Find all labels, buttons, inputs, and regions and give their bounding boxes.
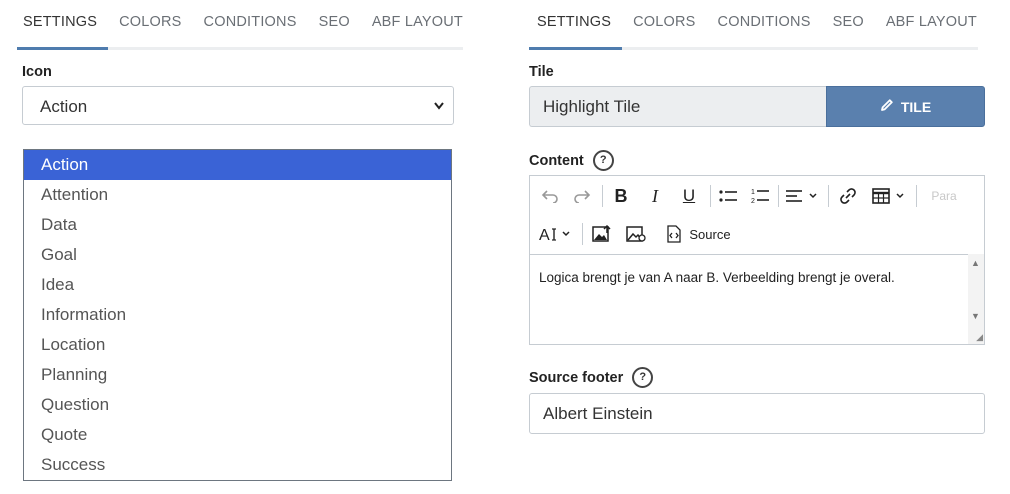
scroll-up-arrow-icon[interactable]: ▲ xyxy=(971,258,980,268)
option-information[interactable]: Information xyxy=(24,300,451,330)
option-attention[interactable]: Attention xyxy=(24,180,451,210)
bold-icon[interactable]: B xyxy=(610,185,632,207)
tab-seo[interactable]: SEO xyxy=(822,0,875,47)
source-button-label: Source xyxy=(689,226,731,242)
option-data[interactable]: Data xyxy=(24,210,451,240)
icon-select[interactable]: Action xyxy=(22,86,454,125)
option-location[interactable]: Location xyxy=(24,330,451,360)
content-label-row: Content ? xyxy=(529,150,614,171)
tab-conditions[interactable]: CONDITIONS xyxy=(707,0,822,47)
source-icon xyxy=(667,225,682,243)
italic-icon[interactable]: I xyxy=(644,185,666,207)
tab-settings[interactable]: SETTINGS xyxy=(529,0,623,50)
help-icon[interactable]: ? xyxy=(592,150,614,171)
option-quote[interactable]: Quote xyxy=(24,420,451,450)
redo-icon[interactable] xyxy=(570,185,594,207)
toolbar-separator xyxy=(602,185,603,207)
source-footer-field[interactable]: Albert Einstein xyxy=(529,393,985,434)
source-footer-label-row: Source footer ? xyxy=(529,367,654,388)
icon-label: Icon xyxy=(22,64,52,80)
svg-text:2: 2 xyxy=(751,198,755,205)
toolbar-separator xyxy=(916,185,917,207)
editor-content-area[interactable]: Logica brengt je van A naar B. Verbeeldi… xyxy=(530,254,968,344)
icon-options-list: Action Attention Data Goal Idea Informat… xyxy=(23,149,452,481)
right-tab-bar: SETTINGS COLORS CONDITIONS SEO ABF LAYOU… xyxy=(529,0,978,50)
svg-text:A: A xyxy=(539,227,550,243)
editor-toolbar: B I U 12 Para A Source xyxy=(530,176,984,255)
toolbar-separator xyxy=(778,185,779,207)
paragraph-format-dropdown[interactable]: Para xyxy=(924,185,964,207)
tab-abf-layout[interactable]: ABF LAYOUT xyxy=(361,0,474,47)
svg-text:1: 1 xyxy=(751,189,755,196)
tile-button[interactable]: TILE xyxy=(826,86,985,127)
chevron-down-icon xyxy=(433,87,445,142)
toolbar-separator xyxy=(582,223,583,245)
bulleted-list-icon[interactable] xyxy=(716,185,740,207)
option-planning[interactable]: Planning xyxy=(24,360,451,390)
tile-label: Tile xyxy=(529,64,554,80)
option-goal[interactable]: Goal xyxy=(24,240,451,270)
toolbar-separator xyxy=(828,185,829,207)
image-link-icon[interactable] xyxy=(624,223,648,245)
tab-colors[interactable]: COLORS xyxy=(622,0,706,47)
scroll-down-arrow-icon[interactable]: ▼ xyxy=(971,311,980,321)
toolbar-separator xyxy=(710,185,711,207)
tab-seo[interactable]: SEO xyxy=(308,0,361,47)
icon-select-value: Action xyxy=(40,97,88,116)
undo-icon[interactable] xyxy=(538,185,562,207)
table-dropdown-icon[interactable] xyxy=(870,185,910,207)
option-idea[interactable]: Idea xyxy=(24,270,451,300)
tab-colors[interactable]: COLORS xyxy=(108,0,192,47)
content-label: Content xyxy=(529,152,584,169)
numbered-list-icon[interactable]: 12 xyxy=(748,185,772,207)
link-icon[interactable] xyxy=(836,185,860,207)
tile-field[interactable]: Highlight Tile xyxy=(529,86,826,127)
right-panel: SETTINGS COLORS CONDITIONS SEO ABF LAYOU… xyxy=(529,0,985,434)
option-question[interactable]: Question xyxy=(24,390,451,420)
source-footer-label: Source footer xyxy=(529,369,624,386)
help-icon[interactable]: ? xyxy=(632,367,654,388)
source-button[interactable]: Source xyxy=(662,223,734,245)
left-tab-bar: SETTINGS COLORS CONDITIONS SEO ABF LAYOU… xyxy=(17,0,463,50)
left-panel: SETTINGS COLORS CONDITIONS SEO ABF LAYOU… xyxy=(17,0,463,481)
option-success[interactable]: Success xyxy=(24,450,451,480)
tile-button-label: TILE xyxy=(900,98,932,115)
pencil-icon xyxy=(880,98,894,115)
option-action[interactable]: Action xyxy=(24,150,451,180)
font-size-dropdown-icon[interactable]: A xyxy=(538,223,578,245)
rich-text-editor: B I U 12 Para A Source Logica brengt je … xyxy=(529,175,985,345)
alignment-dropdown-icon[interactable] xyxy=(784,185,822,207)
tab-settings[interactable]: SETTINGS xyxy=(17,0,109,50)
tab-abf-layout[interactable]: ABF LAYOUT xyxy=(875,0,988,47)
resize-handle-icon[interactable]: ◢ xyxy=(976,332,983,343)
image-upload-icon[interactable] xyxy=(590,223,614,245)
editor-scrollbar[interactable]: ▲ ▼ ◢ xyxy=(968,254,984,344)
underline-icon[interactable]: U xyxy=(678,185,700,207)
tab-conditions[interactable]: CONDITIONS xyxy=(193,0,308,47)
